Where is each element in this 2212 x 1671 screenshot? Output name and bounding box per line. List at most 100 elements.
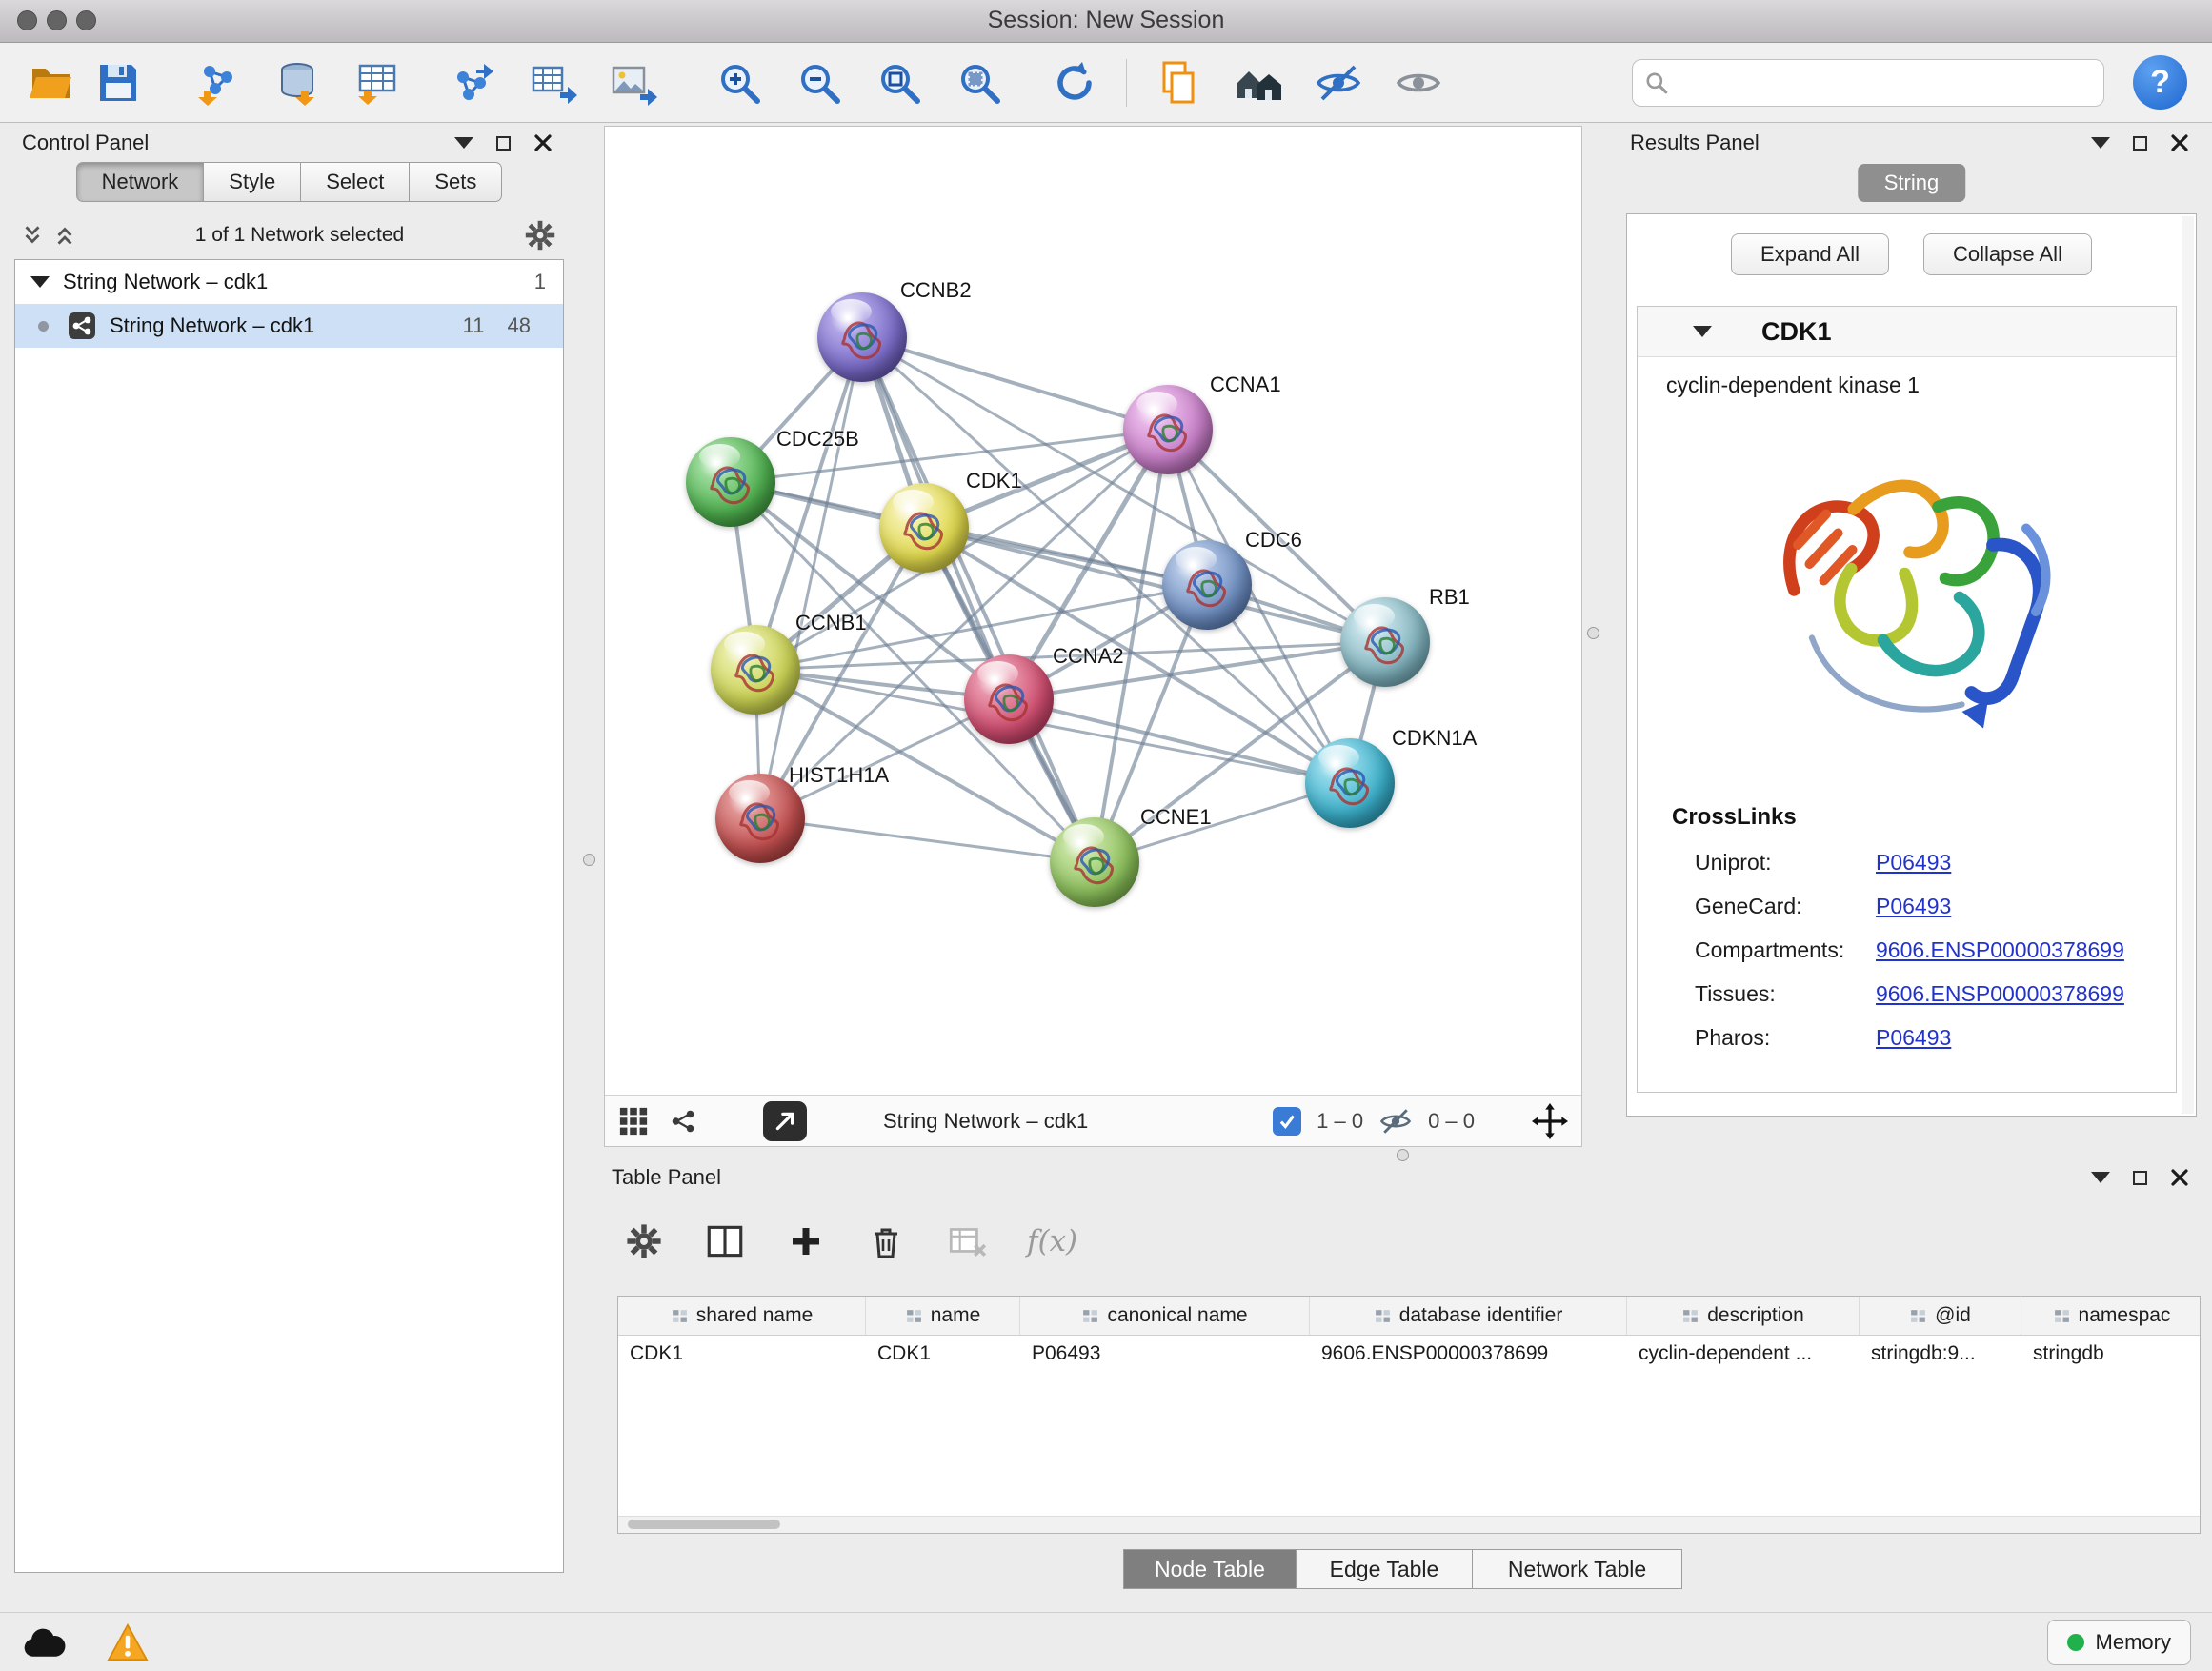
panel-close-icon[interactable] [2170,1168,2189,1187]
entry-collapse-icon[interactable] [1693,326,1712,337]
network-node-CDK1[interactable] [879,483,969,573]
panel-menu-icon[interactable] [2091,137,2110,149]
panel-float-icon[interactable] [496,136,511,151]
string-results-tab[interactable]: String [1858,164,1965,202]
scrollbar-thumb[interactable] [628,1520,780,1529]
clear-table-icon-disabled [945,1219,989,1263]
panel-menu-icon[interactable] [454,137,473,149]
zoom-selected-button[interactable] [953,56,1006,110]
export-image-button[interactable] [606,56,659,110]
tab-network-table[interactable]: Network Table [1473,1549,1682,1589]
horizontal-scrollbar[interactable] [618,1516,2200,1533]
crosslink-link[interactable]: P06493 [1876,1025,1951,1051]
add-column-icon[interactable] [785,1220,827,1262]
node-result-entry: CDK1 cyclin-dependent kinase 1 Cross [1637,306,2177,1093]
network-row[interactable]: String Network – cdk1 11 48 [15,304,563,348]
table-body: CDK1CDK1P064939606.ENSP00000378699cyclin… [618,1336,2200,1372]
crosslink-link[interactable]: 9606.ENSP00000378699 [1876,981,2124,1007]
tree-expander-icon[interactable] [30,276,50,288]
collapse-all-button[interactable]: Collapse All [1923,233,2092,275]
pan-crosshair-icon[interactable] [1532,1103,1568,1139]
open-in-new-window-button[interactable] [763,1101,807,1141]
cloud-icon[interactable] [21,1626,67,1659]
zoom-in-button[interactable] [713,56,766,110]
tab-style[interactable]: Style [204,162,301,202]
column-header-namespac[interactable]: namespac [2021,1297,2201,1335]
column-header-canonical-name[interactable]: canonical name [1020,1297,1310,1335]
memory-label: Memory [2096,1630,2171,1655]
crosslinks-list: Uniprot:P06493GeneCard:P06493Compartment… [1638,840,2176,1059]
search-input[interactable] [1677,70,2092,96]
zoom-out-button[interactable] [793,56,846,110]
delete-column-trash-icon[interactable] [865,1220,907,1262]
network-edge[interactable] [862,337,1168,430]
network-edge[interactable] [760,818,1095,862]
tab-edge-table[interactable]: Edge Table [1297,1549,1473,1589]
export-table-button[interactable] [526,56,579,110]
network-node-CDC25B[interactable] [686,437,775,527]
column-header--id[interactable]: @id [1860,1297,2021,1335]
network-node-CCNA2[interactable] [964,654,1054,744]
entry-header[interactable]: CDK1 [1638,307,2176,357]
panel-close-icon[interactable] [533,133,553,152]
tab-sets[interactable]: Sets [410,162,502,202]
panel-close-icon[interactable] [2170,133,2189,152]
import-network-file-button[interactable] [191,56,244,110]
network-node-CDC6[interactable] [1162,540,1252,630]
expand-all-icon[interactable] [52,223,77,248]
tab-node-table[interactable]: Node Table [1123,1549,1297,1589]
column-header-database-identifier[interactable]: database identifier [1310,1297,1627,1335]
network-node-RB1[interactable] [1340,597,1430,687]
column-header-description[interactable]: description [1627,1297,1860,1335]
network-edge[interactable] [760,337,862,818]
network-node-CCNB1[interactable] [711,625,800,715]
tab-network[interactable]: Network [76,162,205,202]
import-network-database-button[interactable] [271,56,324,110]
network-node-CCNA1[interactable] [1123,385,1213,474]
tab-select[interactable]: Select [301,162,410,202]
protein-structure-thumbnail [1061,829,1128,896]
crosslink-link[interactable]: P06493 [1876,894,1951,919]
crosslink-link[interactable]: 9606.ENSP00000378699 [1876,937,2124,963]
import-table-button[interactable] [351,56,404,110]
selected-checkbox[interactable] [1273,1107,1301,1136]
column-header-label: name [931,1304,981,1327]
panel-float-icon[interactable] [2133,1171,2147,1185]
horizontal-splitter-handle[interactable] [1397,1149,1409,1161]
export-network-button[interactable] [446,56,499,110]
gear-icon[interactable] [522,217,558,253]
expand-all-button[interactable]: Expand All [1731,233,1889,275]
results-scrollbar[interactable] [2182,216,2194,1114]
show-all-button[interactable] [1392,56,1445,110]
memory-button[interactable]: Memory [2047,1620,2191,1665]
network-canvas[interactable]: CCNB2CCNA1CDC25BCDK1CDC6RB1CCNB1CCNA2CDK… [605,127,1581,1095]
table-settings-gear-icon[interactable] [623,1220,665,1262]
warning-icon[interactable] [107,1623,149,1661]
network-overview-icon[interactable] [668,1106,698,1137]
show-columns-icon[interactable] [703,1219,747,1263]
table-row[interactable]: CDK1CDK1P064939606.ENSP00000378699cyclin… [618,1336,2200,1372]
vertical-splitter-handle[interactable] [1587,627,1599,639]
help-button[interactable]: ? [2133,55,2187,110]
column-header-shared-name[interactable]: shared name [618,1297,866,1335]
panel-float-icon[interactable] [2133,136,2147,151]
home-view-button[interactable] [1232,56,1285,110]
crosslink-link[interactable]: P06493 [1876,850,1951,876]
hide-selected-button[interactable] [1312,56,1365,110]
zoom-fit-button[interactable] [873,56,926,110]
save-session-button[interactable] [91,56,145,110]
node-label-HIST1H1A: HIST1H1A [789,763,889,788]
open-session-button[interactable] [25,56,78,110]
network-node-CCNB2[interactable] [817,292,907,382]
column-header-name[interactable]: name [866,1297,1020,1335]
refresh-view-button[interactable] [1048,56,1101,110]
network-node-CCNE1[interactable] [1050,817,1139,907]
network-from-selection-button[interactable] [1152,56,1205,110]
panel-menu-icon[interactable] [2091,1172,2110,1183]
collapse-all-icon[interactable] [20,223,45,248]
network-collection-row[interactable]: String Network – cdk1 1 [15,260,563,304]
network-edge[interactable] [862,337,1095,862]
vertical-splitter-handle[interactable] [583,854,595,866]
grid-view-icon[interactable] [618,1106,649,1137]
network-node-CDKN1A[interactable] [1305,738,1395,828]
